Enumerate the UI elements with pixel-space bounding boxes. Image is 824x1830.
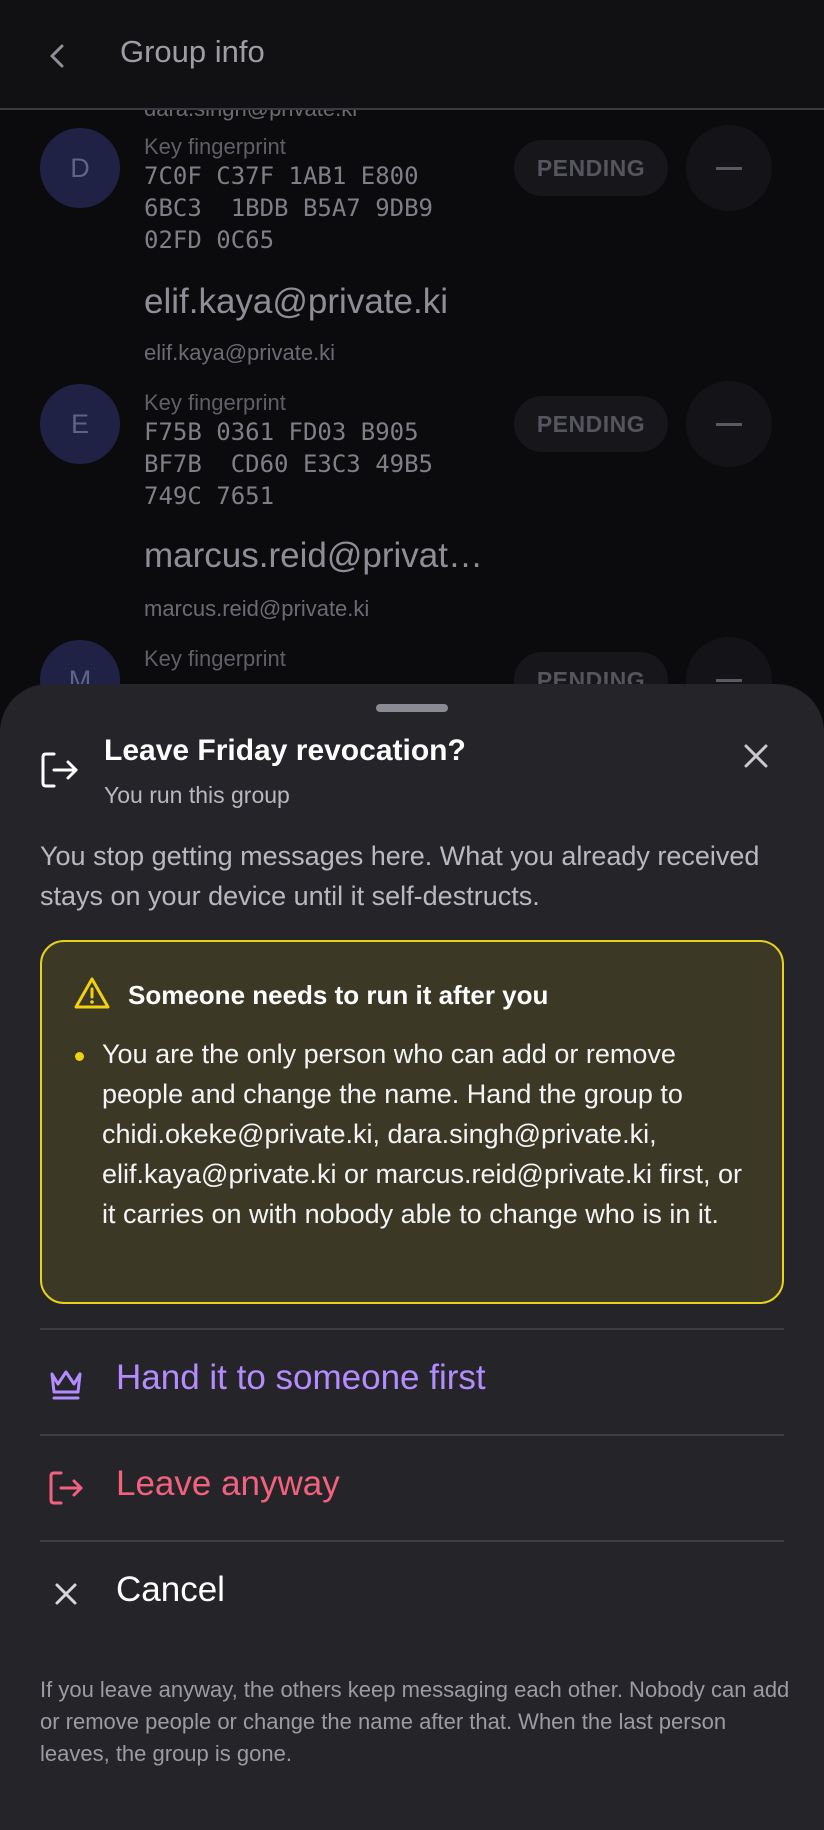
member-name: elif.kaya@private.ki xyxy=(144,282,448,321)
remove-member-button[interactable] xyxy=(686,381,772,467)
key-fingerprint-label: Key fingerprint xyxy=(144,646,286,671)
sheet-subtitle: You run this group xyxy=(104,782,290,808)
footnote: If you leave anyway, the others keep mes… xyxy=(40,1677,790,1766)
warning-icon xyxy=(74,977,110,1009)
list-item[interactable]: elif.kaya@private.ki E elif.kaya@private… xyxy=(0,282,824,566)
key-fingerprint-label: Key fingerprint xyxy=(144,134,286,159)
sheet-drag-handle[interactable] xyxy=(376,704,448,712)
key-fingerprint-label: Key fingerprint xyxy=(144,390,286,415)
leave-icon xyxy=(41,752,78,788)
member-name: marcus.reid@privat… xyxy=(144,536,483,575)
bullet-icon xyxy=(75,1052,84,1061)
status-badge: PENDING xyxy=(514,396,668,452)
cancel-button[interactable]: Cancel xyxy=(40,1542,784,1646)
leave-anyway-button[interactable]: Leave anyway xyxy=(40,1436,784,1540)
list-item[interactable]: D dara.singh@private.ki Key fingerprint … xyxy=(0,110,824,254)
page-title: Group info xyxy=(120,34,265,69)
leave-icon xyxy=(49,1471,83,1505)
hand-over-button[interactable]: Hand it to someone first xyxy=(40,1330,784,1434)
hand-over-label: Hand it to someone first xyxy=(116,1358,486,1397)
close-icon[interactable] xyxy=(736,736,776,776)
leave-group-sheet: Leave Friday revocation? You run this gr… xyxy=(0,684,824,1830)
member-email: dara.singh@private.ki xyxy=(144,110,357,122)
warning-callout: Someone needs to run it after you You ar… xyxy=(40,940,784,1304)
remove-member-button[interactable] xyxy=(686,125,772,211)
close-icon xyxy=(55,1583,77,1605)
leave-anyway-label: Leave anyway xyxy=(116,1464,340,1503)
list-item[interactable]: marcus.reid@privat… M marcus.reid@privat… xyxy=(0,536,824,690)
remove-member-button[interactable] xyxy=(686,637,772,690)
warning-title: Someone needs to run it after you xyxy=(128,980,549,1010)
status-badge: PENDING xyxy=(514,140,668,196)
avatar: E xyxy=(40,384,120,464)
cancel-label: Cancel xyxy=(116,1570,225,1609)
app-bar: Group info xyxy=(0,0,824,110)
member-list: D dara.singh@private.ki Key fingerprint … xyxy=(0,110,824,690)
crown-icon xyxy=(50,1370,82,1400)
key-fingerprint: F75B 0361 FD03 B905 BF7B CD60 E3C3 49B5 … xyxy=(144,418,433,510)
sheet-title: Leave Friday revocation? xyxy=(104,734,466,767)
key-fingerprint: 7C0F C37F 1AB1 E800 6BC3 1BDB B5A7 9DB9 … xyxy=(144,162,433,254)
member-email: marcus.reid@private.ki xyxy=(144,596,370,621)
sheet-description: You stop getting messages here. What you… xyxy=(40,841,760,911)
avatar: D xyxy=(40,128,120,208)
avatar: M xyxy=(40,640,120,690)
member-email: elif.kaya@private.ki xyxy=(144,340,336,365)
chevron-left-icon[interactable] xyxy=(38,36,78,76)
warning-body: You are the only person who can add or r… xyxy=(102,1039,742,1229)
